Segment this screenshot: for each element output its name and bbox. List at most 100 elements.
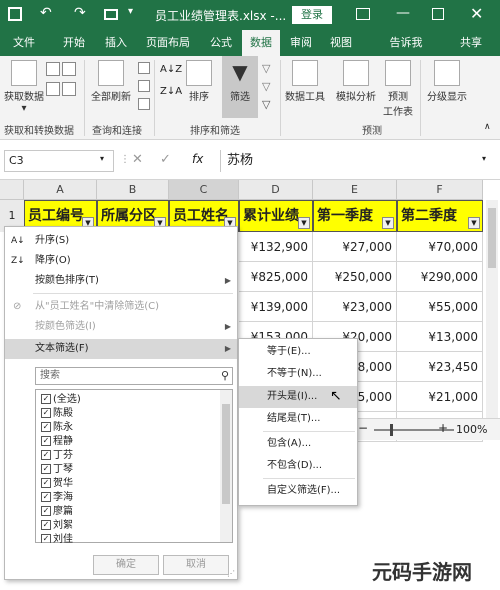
not-contains-item[interactable]: 不包含(D)... (239, 455, 357, 477)
tab-insert[interactable]: 插入 (98, 30, 134, 56)
from-table-icon[interactable] (46, 82, 60, 96)
header-cell[interactable]: 第二季度 ▼ (397, 200, 483, 232)
tab-data[interactable]: 数据 (242, 30, 280, 56)
text-filter-item[interactable]: 文本筛选(F) ▶ (5, 339, 237, 359)
list-scrollbar-thumb[interactable] (222, 404, 230, 504)
contains-item[interactable]: 包含(A)... (239, 433, 357, 455)
cell[interactable]: ¥55,000 (397, 292, 483, 322)
column-header-f[interactable]: F (397, 180, 483, 200)
list-item[interactable]: ✓ 刘絮 (41, 519, 73, 533)
checkbox-icon[interactable]: ✓ (41, 408, 51, 418)
from-text-icon[interactable] (46, 62, 60, 76)
edit-links-icon[interactable] (138, 98, 150, 110)
vertical-scrollbar[interactable] (486, 200, 498, 440)
tab-formulas[interactable]: 公式 (203, 30, 239, 56)
list-item[interactable]: ✓ 李海 (41, 491, 73, 505)
cancel-button[interactable]: 取消 (163, 555, 229, 575)
cell[interactable]: ¥21,000 (397, 382, 483, 412)
open-folder-icon[interactable] (104, 9, 118, 20)
recent-sources-icon[interactable] (62, 82, 76, 96)
tab-home[interactable]: 开始 (56, 30, 92, 56)
save-icon[interactable] (8, 7, 22, 21)
collapse-ribbon-icon[interactable]: ∧ (484, 122, 491, 132)
ends-with-item[interactable]: 结尾是(T)... (239, 408, 357, 430)
ribbon-options-icon[interactable] (356, 8, 370, 20)
cell[interactable]: ¥23,000 (313, 292, 397, 322)
list-item[interactable]: ✓ (全选) (41, 393, 81, 407)
checkbox-icon[interactable]: ✓ (41, 506, 51, 516)
ok-button[interactable]: 确定 (93, 555, 159, 575)
list-scrollbar[interactable] (220, 390, 232, 542)
zoom-level[interactable]: 100% (456, 423, 487, 436)
expand-formula-icon[interactable]: ▾ (482, 154, 486, 163)
checkbox-icon[interactable]: ✓ (41, 450, 51, 460)
filter-dropdown-icon[interactable]: ▼ (298, 217, 310, 229)
outline-button[interactable]: 分级显示 (422, 60, 472, 103)
checkbox-icon[interactable]: ✓ (41, 492, 51, 502)
zoom-slider-handle[interactable] (390, 424, 393, 436)
enter-icon[interactable]: ✓ (160, 152, 171, 167)
cell[interactable]: ¥13,000 (397, 322, 483, 352)
select-all-corner[interactable] (0, 180, 24, 200)
sort-button[interactable]: 排序 (184, 60, 214, 103)
cell[interactable]: ¥23,450 (397, 352, 483, 382)
cell[interactable]: ¥27,000 (313, 232, 397, 262)
cancel-icon[interactable]: ✕ (132, 152, 143, 167)
resize-grip-icon[interactable]: ⋰ (227, 569, 235, 578)
checkbox-icon[interactable]: ✓ (41, 436, 51, 446)
checkbox-icon[interactable]: ✓ (41, 422, 51, 432)
list-item[interactable]: ✓ 丁芬 (41, 449, 73, 463)
tab-review[interactable]: 审阅 (284, 30, 318, 56)
checkbox-icon[interactable]: ✓ (41, 394, 51, 404)
tab-file[interactable]: 文件 (6, 30, 42, 56)
cell[interactable]: ¥250,000 (313, 262, 397, 292)
zoom-in-icon[interactable]: + (438, 421, 448, 435)
maximize-icon[interactable] (432, 8, 444, 20)
what-if-button[interactable]: 模拟分析 (332, 60, 380, 103)
custom-filter-item[interactable]: 自定义筛选(F)... (239, 480, 357, 502)
share-button[interactable]: 共享 (456, 30, 486, 56)
sort-by-color-item[interactable]: 按颜色排序(T) ▶ (5, 271, 237, 291)
column-header-e[interactable]: E (313, 180, 397, 200)
sort-ascending-item[interactable]: A↓ 升序(S) (5, 231, 237, 251)
formula-input[interactable]: 苏杨 (220, 150, 490, 172)
checkbox-icon[interactable]: ✓ (41, 534, 51, 543)
forecast-sheet-button[interactable]: 预测 工作表 (380, 60, 416, 118)
header-cell[interactable]: 累计业绩 ▼ (239, 200, 313, 232)
list-item[interactable]: ✓ 廖篇 (41, 505, 73, 519)
data-tools-button[interactable]: 数据工具 (282, 60, 328, 103)
undo-icon[interactable]: ↶ (40, 5, 52, 21)
column-header-d[interactable]: D (239, 180, 313, 200)
cell[interactable]: ¥70,000 (397, 232, 483, 262)
queries-icon[interactable] (138, 62, 150, 74)
from-web-icon[interactable] (62, 62, 76, 76)
clear-filter-icon[interactable]: ▽ (262, 62, 270, 75)
minimize-icon[interactable]: — (396, 5, 410, 21)
namebox-dropdown-icon[interactable]: ▾ (100, 154, 104, 163)
sort-az-icon[interactable]: A↓Z (160, 64, 182, 75)
checkbox-icon[interactable]: ✓ (41, 478, 51, 488)
cell[interactable]: ¥290,000 (397, 262, 483, 292)
equals-item[interactable]: 等于(E)... (239, 341, 357, 363)
cell[interactable]: ¥825,000 (239, 262, 313, 292)
login-button[interactable]: 登录 (292, 6, 332, 24)
cell[interactable]: ¥139,000 (239, 292, 313, 322)
search-input[interactable]: 搜索 ⚲ (35, 367, 233, 385)
list-item[interactable]: ✓ 陈殿 (41, 407, 73, 421)
refresh-all-button[interactable]: 全部刷新 (86, 60, 136, 103)
list-item[interactable]: ✓ 陈永 (41, 421, 73, 435)
scrollbar-thumb[interactable] (488, 208, 496, 268)
reapply-icon[interactable]: ▽ (262, 80, 270, 93)
checkbox-icon[interactable]: ✓ (41, 464, 51, 474)
sort-za-icon[interactable]: Z↓A (160, 86, 182, 97)
filter-dropdown-icon[interactable]: ▼ (382, 217, 394, 229)
get-data-button[interactable]: 获取数据 ▾ (2, 60, 46, 114)
properties-icon[interactable] (138, 80, 150, 92)
name-box[interactable]: C3 (4, 150, 114, 172)
cell[interactable]: ¥132,900 (239, 232, 313, 262)
list-item[interactable]: ✓ 贺华 (41, 477, 73, 491)
column-header-b[interactable]: B (97, 180, 169, 200)
list-item[interactable]: ✓ 刘佳 (41, 533, 73, 543)
insert-function-icon[interactable]: fx (192, 152, 203, 166)
column-header-c[interactable]: C (169, 180, 239, 200)
